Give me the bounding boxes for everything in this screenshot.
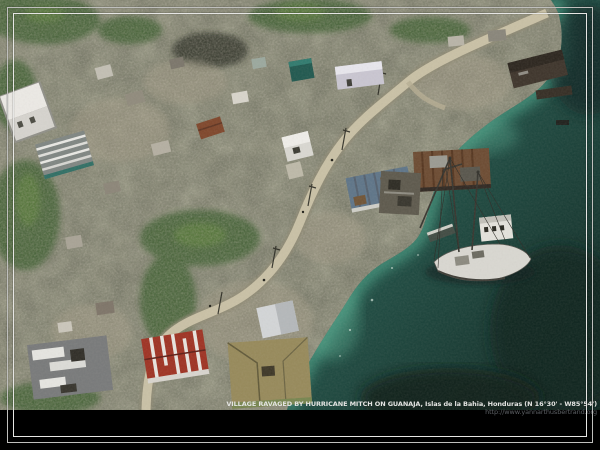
wallpaper: VILLAGE RAVAGED BY HURRICANE MITCH ON GU… [0, 0, 600, 450]
aerial-photo [0, 0, 600, 410]
photo-grain-overlay [0, 0, 600, 410]
caption-band [0, 410, 600, 450]
photo-credit-url: http://www.yannarthusbertrand.org [485, 408, 597, 416]
photo-graphic [0, 0, 600, 410]
